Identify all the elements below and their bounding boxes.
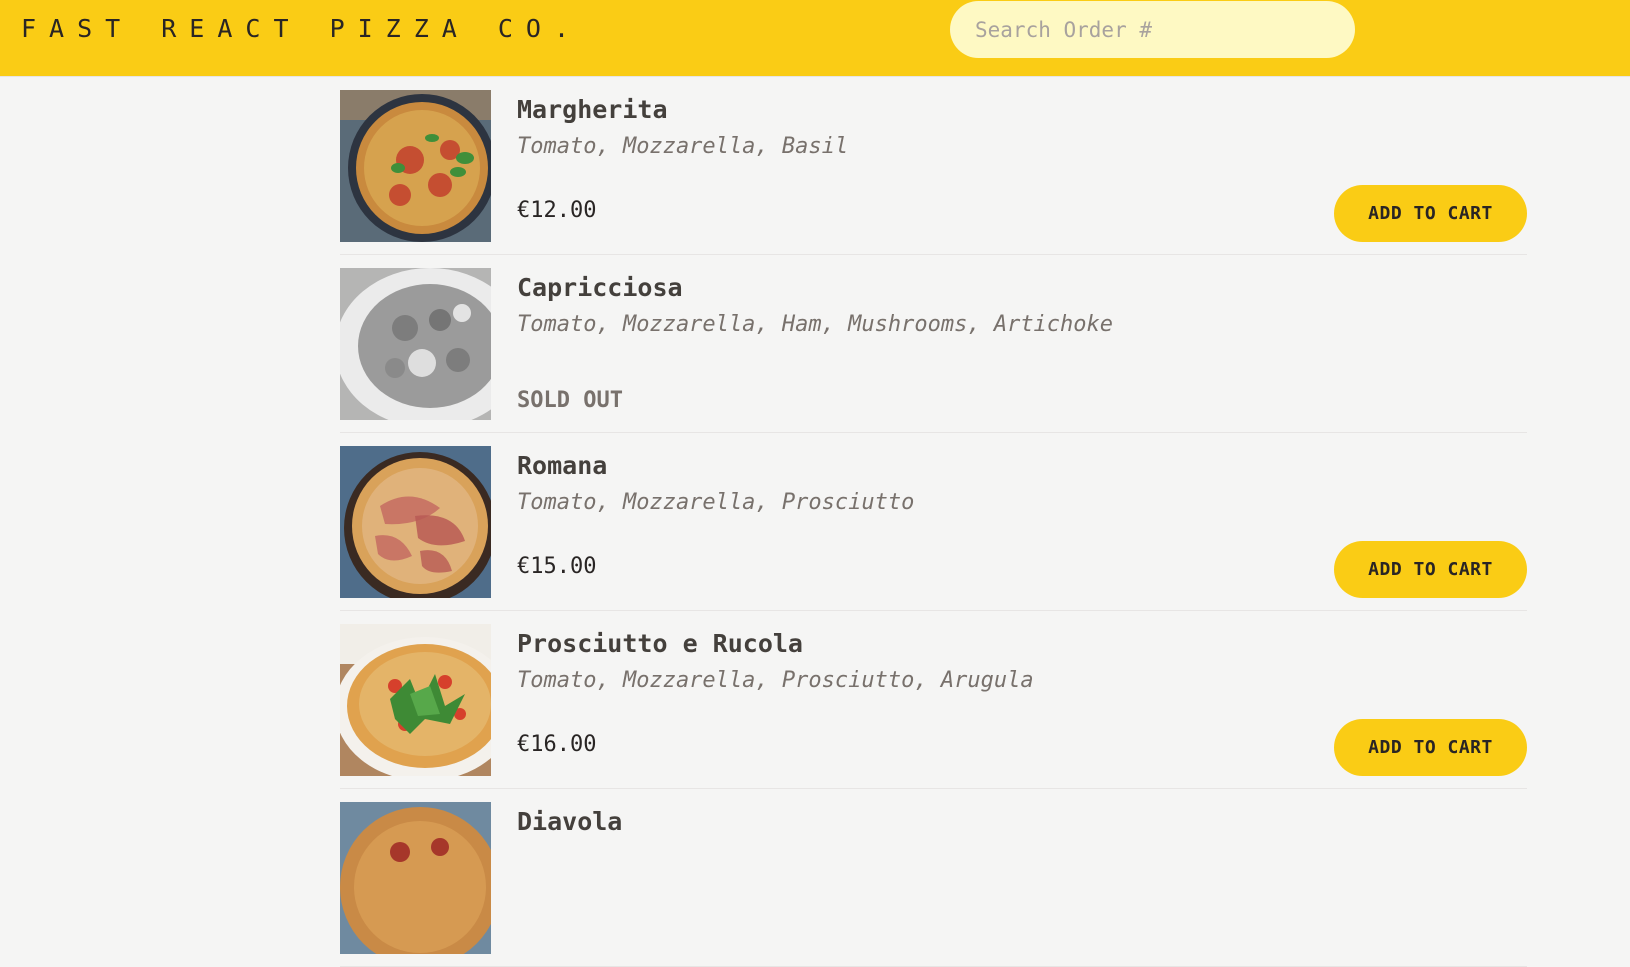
pizza-ingredients: Tomato, Mozzarella, Ham, Mushrooms, Arti… <box>517 312 1114 337</box>
pizza-image <box>340 268 491 420</box>
pizza-image <box>340 802 491 954</box>
pizza-price: €12.00 <box>517 198 597 223</box>
pizza-diavola-photo <box>340 802 491 954</box>
pizza-margherita-photo <box>340 90 491 242</box>
add-to-cart-button[interactable]: ADD TO CART <box>1334 541 1527 598</box>
app-header: Fast React Pizza Co. <box>0 0 1630 77</box>
add-to-cart-button[interactable]: ADD TO CART <box>1334 719 1527 776</box>
menu-item: Romana Tomato, Mozzarella, Prosciutto €1… <box>340 433 1527 611</box>
pizza-image <box>340 90 491 242</box>
pizza-price: €15.00 <box>517 554 597 579</box>
pizza-ingredients: Tomato, Mozzarella, Basil <box>517 134 849 159</box>
menu-item: Margherita Tomato, Mozzarella, Basil €12… <box>340 77 1527 255</box>
sold-out-label: SOLD OUT <box>517 388 623 413</box>
menu-item: Diavola <box>340 789 1527 967</box>
pizza-ingredients: Tomato, Mozzarella, Prosciutto, Arugula <box>517 668 1034 693</box>
pizza-prosciutto-rucola-photo <box>340 624 491 776</box>
pizza-name: Margherita <box>517 95 668 124</box>
add-to-cart-button[interactable]: ADD TO CART <box>1334 185 1527 242</box>
pizza-image <box>340 446 491 598</box>
pizza-capricciosa-photo <box>340 268 491 420</box>
pizza-ingredients: Tomato, Mozzarella, Prosciutto <box>517 490 915 515</box>
pizza-image <box>340 624 491 776</box>
pizza-menu-list: Margherita Tomato, Mozzarella, Basil €12… <box>340 77 1527 967</box>
pizza-romana-photo <box>340 446 491 598</box>
menu-item: Capricciosa Tomato, Mozzarella, Ham, Mus… <box>340 255 1527 433</box>
pizza-price: €16.00 <box>517 732 597 757</box>
app-logo-link[interactable]: Fast React Pizza Co. <box>21 14 582 43</box>
pizza-name: Prosciutto e Rucola <box>517 629 803 658</box>
pizza-name: Diavola <box>517 807 623 836</box>
pizza-name: Romana <box>517 451 608 480</box>
menu-item: Prosciutto e Rucola Tomato, Mozzarella, … <box>340 611 1527 789</box>
pizza-name: Capricciosa <box>517 273 683 302</box>
search-order-input[interactable] <box>950 1 1355 58</box>
